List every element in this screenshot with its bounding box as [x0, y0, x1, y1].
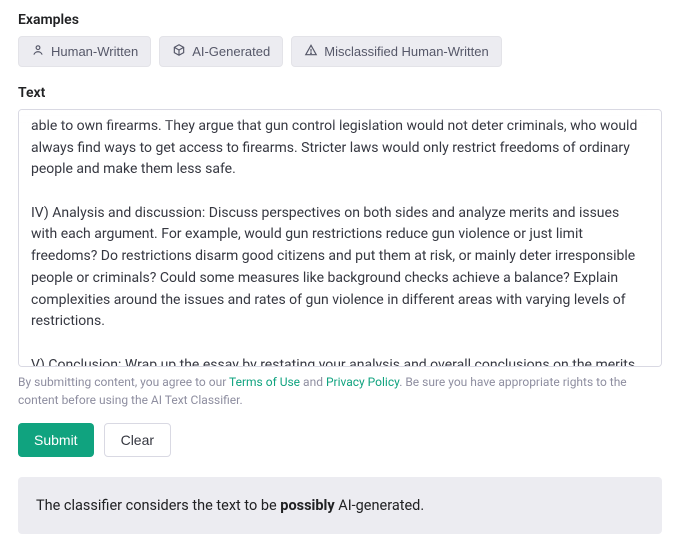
result-suffix: AI-generated. — [335, 497, 425, 514]
example-ai-generated[interactable]: AI-Generated — [159, 36, 283, 67]
warning-icon — [304, 43, 318, 60]
terms-link[interactable]: Terms of Use — [229, 375, 300, 389]
privacy-link[interactable]: Privacy Policy — [326, 375, 399, 389]
cube-icon — [172, 43, 186, 60]
result-box: The classifier considers the text to be … — [18, 477, 662, 534]
disclaimer-prefix: By submitting content, you agree to our — [18, 375, 229, 389]
example-misclassified[interactable]: Misclassified Human-Written — [291, 36, 501, 67]
example-label: Misclassified Human-Written — [324, 44, 488, 59]
disclaimer-text: By submitting content, you agree to our … — [18, 373, 662, 409]
disclaimer-and: and — [300, 375, 326, 389]
text-heading: Text — [18, 85, 662, 101]
result-prefix: The classifier considers the text to be — [36, 497, 280, 514]
text-input-wrap — [18, 109, 662, 367]
text-input[interactable] — [19, 110, 661, 366]
submit-button[interactable]: Submit — [18, 423, 94, 457]
result-verdict: possibly — [280, 497, 334, 514]
clear-button[interactable]: Clear — [104, 423, 171, 457]
person-icon — [31, 43, 45, 60]
example-human-written[interactable]: Human-Written — [18, 36, 151, 67]
examples-row: Human-Written AI-Generated Misclassified… — [18, 36, 662, 67]
example-label: Human-Written — [51, 44, 138, 59]
examples-heading: Examples — [18, 12, 662, 28]
action-buttons: Submit Clear — [18, 423, 662, 457]
example-label: AI-Generated — [192, 44, 270, 59]
